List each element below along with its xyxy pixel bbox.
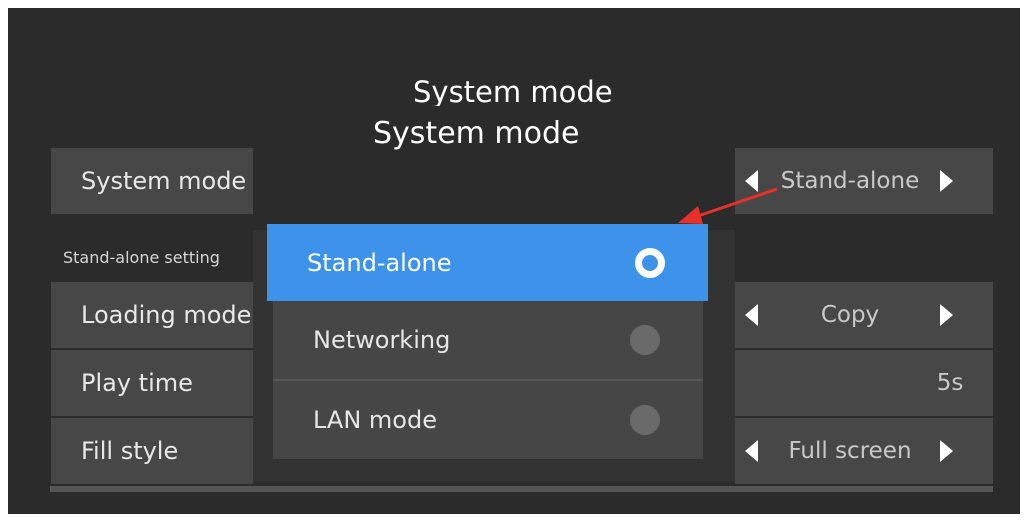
annotation-arrow-icon: [678, 187, 778, 224]
settings-screen: System mode System mode System mode Stan…: [8, 8, 1020, 514]
